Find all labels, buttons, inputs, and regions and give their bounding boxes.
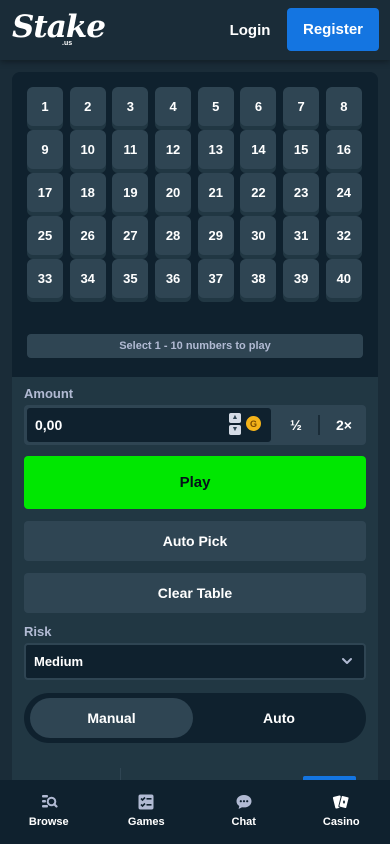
double-amount-button[interactable]: 2× xyxy=(322,405,366,445)
clear-table-button[interactable]: Clear Table xyxy=(24,573,366,613)
games-icon xyxy=(138,794,154,810)
keno-tile[interactable]: 8 xyxy=(325,87,362,126)
auto-mode-tab[interactable]: Auto xyxy=(198,698,360,738)
keno-tile[interactable]: 6 xyxy=(240,87,277,126)
keno-tile[interactable]: 1 xyxy=(27,87,63,126)
risk-label: Risk xyxy=(24,624,52,639)
auto-pick-button[interactable]: Auto Pick xyxy=(24,521,366,561)
amount-label: Amount xyxy=(24,386,74,401)
keno-tile[interactable]: 34 xyxy=(69,259,106,298)
keno-tile[interactable]: 15 xyxy=(283,130,320,169)
amount-stepper[interactable]: ▲ ▼ xyxy=(229,413,241,435)
keno-tile[interactable]: 18 xyxy=(69,173,106,212)
decrement-icon[interactable]: ▼ xyxy=(229,425,241,435)
keno-tile[interactable]: 10 xyxy=(69,130,106,169)
keno-tile[interactable]: 26 xyxy=(69,216,106,255)
chat-icon xyxy=(236,795,252,809)
number-grid: 1 2 3 4 5 6 7 8 9 10 11 12 13 14 15 16 17 18 19 20 21 22 23 24 2… xyxy=(27,87,362,298)
keno-tile[interactable]: 33 xyxy=(27,259,63,298)
nav-label: Casino xyxy=(322,816,360,828)
selection-hint: Select 1 - 10 numbers to play xyxy=(27,334,363,358)
mode-toggle: Manual Auto xyxy=(24,693,366,743)
nav-label: Chat xyxy=(231,816,256,828)
risk-value: Medium xyxy=(34,654,84,669)
half-amount-button[interactable]: ½ xyxy=(274,405,318,445)
keno-board: 1 2 3 4 5 6 7 8 9 10 11 12 13 14 15 16 17 18 19 20 21 22 23 24 2… xyxy=(12,72,378,377)
keno-tile[interactable]: 23 xyxy=(283,173,320,212)
keno-tile[interactable]: 35 xyxy=(112,259,149,298)
keno-tile[interactable]: 7 xyxy=(283,87,320,126)
keno-tile[interactable]: 4 xyxy=(155,87,192,126)
stake-logo[interactable]: Stake xyxy=(12,9,106,45)
keno-tile[interactable]: 16 xyxy=(325,130,362,169)
nav-casino[interactable]: Casino xyxy=(293,780,390,844)
gold-coin-icon: G xyxy=(246,416,261,431)
top-header: Stake .us Login Register xyxy=(0,0,390,60)
manual-mode-tab[interactable]: Manual xyxy=(30,698,193,738)
keno-tile[interactable]: 13 xyxy=(197,130,234,169)
keno-tile[interactable]: 21 xyxy=(197,173,234,212)
keno-tile[interactable]: 32 xyxy=(325,216,362,255)
chevron-down-icon xyxy=(342,658,352,664)
amount-value: 0,00 xyxy=(35,417,63,433)
keno-tile[interactable]: 37 xyxy=(197,259,234,298)
keno-tile[interactable]: 29 xyxy=(197,216,234,255)
nav-browse[interactable]: Browse xyxy=(0,780,98,844)
keno-tile[interactable]: 11 xyxy=(112,130,149,169)
keno-tile[interactable]: 2 xyxy=(69,87,106,126)
keno-tile[interactable]: 31 xyxy=(283,216,320,255)
register-button[interactable]: Register xyxy=(287,8,379,51)
keno-tile[interactable]: 24 xyxy=(325,173,362,212)
bet-controls: Amount 0,00 ▲ ▼ G ½ 2× Play Auto Pick Cl… xyxy=(12,377,378,760)
keno-tile[interactable]: 9 xyxy=(27,130,63,169)
divider xyxy=(318,415,320,435)
keno-tile[interactable]: 14 xyxy=(240,130,277,169)
keno-tile[interactable]: 12 xyxy=(155,130,192,169)
risk-select[interactable]: Medium xyxy=(24,643,366,680)
bottom-nav: Browse Games Chat Casino xyxy=(0,780,390,844)
nav-games[interactable]: Games xyxy=(98,780,196,844)
keno-tile[interactable]: 27 xyxy=(112,216,149,255)
keno-tile[interactable]: 25 xyxy=(27,216,63,255)
keno-tile[interactable]: 19 xyxy=(112,173,149,212)
keno-tile[interactable]: 22 xyxy=(240,173,277,212)
keno-tile[interactable]: 30 xyxy=(240,216,277,255)
keno-tile[interactable]: 5 xyxy=(197,87,234,126)
increment-icon[interactable]: ▲ xyxy=(229,413,241,423)
casino-icon xyxy=(333,794,350,810)
amount-group: 0,00 ▲ ▼ G ½ 2× xyxy=(24,405,366,445)
keno-tile[interactable]: 3 xyxy=(112,87,149,126)
keno-tile[interactable]: 17 xyxy=(27,173,63,212)
logo-suffix: .us xyxy=(62,40,73,47)
login-button[interactable]: Login xyxy=(218,8,282,52)
keno-tile[interactable]: 28 xyxy=(155,216,192,255)
keno-tile[interactable]: 39 xyxy=(283,259,320,298)
nav-label: Browse xyxy=(28,816,69,828)
nav-label: Games xyxy=(127,816,165,828)
keno-tile[interactable]: 20 xyxy=(155,173,192,212)
browse-icon xyxy=(41,795,58,808)
play-button[interactable]: Play xyxy=(24,456,366,509)
divider xyxy=(120,768,121,780)
keno-tile[interactable]: 38 xyxy=(240,259,277,298)
keno-tile[interactable]: 36 xyxy=(155,259,192,298)
keno-tile[interactable]: 40 xyxy=(325,259,362,298)
nav-chat[interactable]: Chat xyxy=(195,780,293,844)
